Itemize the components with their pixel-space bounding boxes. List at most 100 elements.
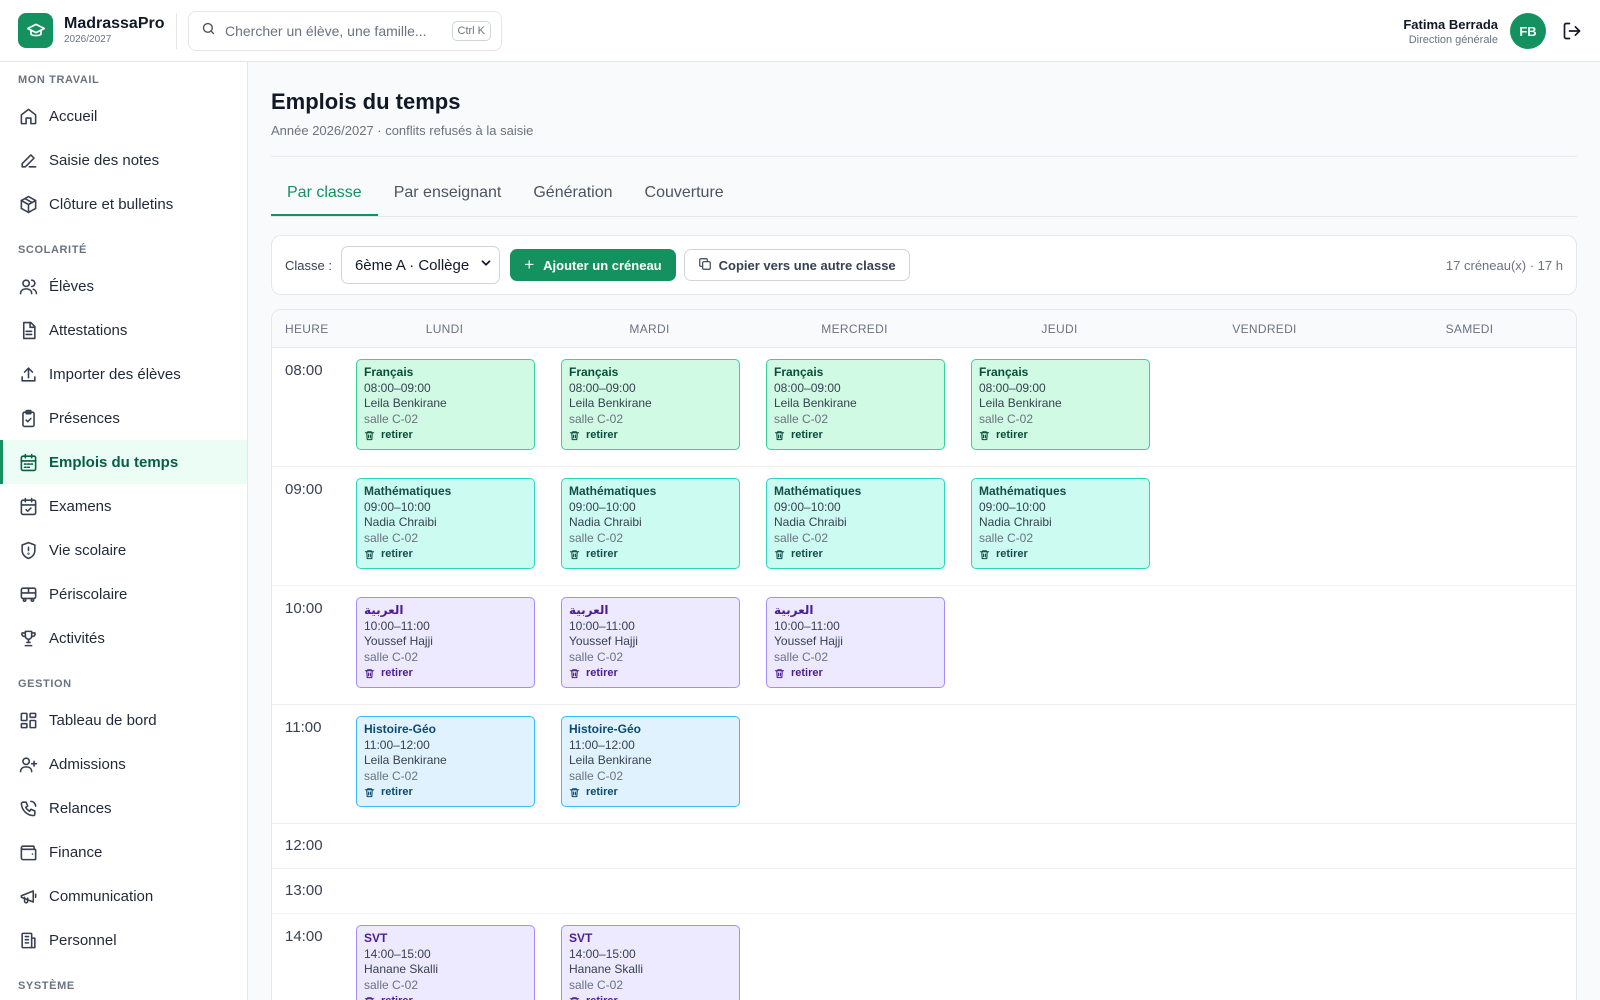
timetable-slot[interactable]: العربية 10:00–11:00 Youssef Hajji salle C-0… — [561, 597, 740, 688]
timetable-cell[interactable]: Mathématiques 09:00–10:00 Nadia Chraibi sal… — [752, 467, 957, 585]
remove-slot-button[interactable]: retirer — [569, 785, 732, 801]
timetable-cell[interactable]: Mathématiques 09:00–10:00 Nadia Chraibi sal… — [547, 467, 752, 585]
timetable-cell[interactable] — [957, 824, 1162, 868]
timetable-cell[interactable]: العربية 10:00–11:00 Youssef Hajji salle C-0… — [752, 586, 957, 704]
timetable-slot[interactable]: Histoire-Géo 11:00–12:00 Leila Benkirane sa… — [356, 716, 535, 807]
sidebar-item-saisie-des-notes[interactable]: Saisie des notes — [0, 138, 247, 182]
timetable-cell[interactable] — [1367, 824, 1572, 868]
timetable-cell[interactable] — [1162, 705, 1367, 823]
remove-slot-button[interactable]: retirer — [364, 428, 527, 444]
sidebar-item-attestations[interactable]: Attestations — [0, 308, 247, 352]
remove-slot-button[interactable]: retirer — [979, 428, 1142, 444]
timetable-cell[interactable] — [342, 824, 547, 868]
remove-slot-button[interactable]: retirer — [979, 547, 1142, 563]
timetable-cell[interactable] — [1367, 467, 1572, 585]
add-slot-button[interactable]: + Ajouter un créneau — [510, 249, 676, 281]
timetable-slot[interactable]: Mathématiques 09:00–10:00 Nadia Chraibi sal… — [971, 478, 1150, 569]
timetable-cell[interactable] — [1367, 348, 1572, 466]
remove-slot-button[interactable]: retirer — [569, 547, 732, 563]
remove-slot-button[interactable]: retirer — [364, 785, 527, 801]
timetable-cell[interactable] — [957, 705, 1162, 823]
sidebar-item-importer-des-eleves[interactable]: Importer des élèves — [0, 352, 247, 396]
timetable-cell[interactable] — [1162, 824, 1367, 868]
timetable-cell[interactable]: Français 08:00–09:00 Leila Benkirane salle … — [957, 348, 1162, 466]
tab-generation[interactable]: Génération — [517, 173, 628, 216]
timetable-slot[interactable]: Mathématiques 09:00–10:00 Nadia Chraibi sal… — [766, 478, 945, 569]
timetable-cell[interactable] — [1162, 914, 1367, 1000]
timetable-cell[interactable] — [957, 914, 1162, 1000]
class-select[interactable]: 6ème A · Collège — [340, 246, 501, 284]
timetable-cell[interactable]: Français 08:00–09:00 Leila Benkirane salle … — [547, 348, 752, 466]
sidebar-item-examens[interactable]: Examens — [0, 484, 247, 528]
timetable-cell[interactable]: Histoire-Géo 11:00–12:00 Leila Benkirane sa… — [547, 705, 752, 823]
timetable-cell[interactable]: Français 08:00–09:00 Leila Benkirane salle … — [342, 348, 547, 466]
sidebar-item-periscolaire[interactable]: Périscolaire — [0, 572, 247, 616]
timetable-cell[interactable] — [752, 869, 957, 913]
sidebar-item-tableau-de-bord[interactable]: Tableau de bord — [0, 698, 247, 742]
timetable-cell[interactable] — [1162, 869, 1367, 913]
remove-slot-button[interactable]: retirer — [569, 428, 732, 444]
sidebar-item-accueil[interactable]: Accueil — [0, 94, 247, 138]
remove-slot-button[interactable]: retirer — [364, 994, 527, 1000]
timetable-cell[interactable]: SVT14:00–15:00Hanane Skallisalle C-02 ret… — [547, 914, 752, 1000]
timetable-cell[interactable]: Mathématiques 09:00–10:00 Nadia Chraibi sal… — [957, 467, 1162, 585]
timetable-cell[interactable] — [1162, 586, 1367, 704]
brand[interactable]: MadrassaPro 2026/2027 — [0, 13, 176, 48]
sidebar-item-vie-scolaire[interactable]: Vie scolaire — [0, 528, 247, 572]
tab-par-enseignant[interactable]: Par enseignant — [378, 173, 518, 216]
timetable-slot[interactable]: SVT14:00–15:00Hanane Skallisalle C-02 ret… — [561, 925, 740, 1000]
remove-slot-button[interactable]: retirer — [774, 547, 937, 563]
timetable-cell[interactable] — [1367, 586, 1572, 704]
copy-to-class-button[interactable]: Copier vers une autre classe — [683, 249, 910, 281]
timetable-slot[interactable]: Français 08:00–09:00 Leila Benkirane salle … — [356, 359, 535, 450]
remove-slot-button[interactable]: retirer — [364, 547, 527, 563]
remove-slot-button[interactable]: retirer — [774, 428, 937, 444]
timetable-cell[interactable] — [1367, 705, 1572, 823]
tab-couverture[interactable]: Couverture — [629, 173, 740, 216]
timetable-slot[interactable]: العربية 10:00–11:00 Youssef Hajji salle C-0… — [356, 597, 535, 688]
sidebar-item-emplois-du-temps[interactable]: Emplois du temps — [0, 440, 247, 484]
timetable-cell[interactable]: Mathématiques 09:00–10:00 Nadia Chraibi sal… — [342, 467, 547, 585]
timetable-slot[interactable]: Français 08:00–09:00 Leila Benkirane salle … — [561, 359, 740, 450]
timetable-slot[interactable]: العربية 10:00–11:00 Youssef Hajji salle C-0… — [766, 597, 945, 688]
avatar[interactable]: FB — [1510, 13, 1546, 49]
timetable-cell[interactable] — [1367, 914, 1572, 1000]
sidebar-item-personnel[interactable]: Personnel — [0, 918, 247, 962]
timetable-cell[interactable] — [752, 824, 957, 868]
sidebar-item-finance[interactable]: Finance — [0, 830, 247, 874]
timetable-cell[interactable] — [1162, 348, 1367, 466]
timetable-cell[interactable] — [957, 869, 1162, 913]
timetable-cell[interactable]: العربية 10:00–11:00 Youssef Hajji salle C-0… — [342, 586, 547, 704]
timetable-cell[interactable] — [957, 586, 1162, 704]
remove-slot-button[interactable]: retirer — [569, 994, 732, 1000]
timetable-slot[interactable]: Français 08:00–09:00 Leila Benkirane salle … — [766, 359, 945, 450]
tab-par-classe[interactable]: Par classe — [271, 173, 378, 216]
timetable-cell[interactable] — [547, 869, 752, 913]
sidebar-item-admissions[interactable]: Admissions — [0, 742, 247, 786]
timetable-slot[interactable]: Français 08:00–09:00 Leila Benkirane salle … — [971, 359, 1150, 450]
timetable-cell[interactable]: Français 08:00–09:00 Leila Benkirane salle … — [752, 348, 957, 466]
timetable-slot[interactable]: SVT14:00–15:00Hanane Skallisalle C-02 ret… — [356, 925, 535, 1000]
timetable-cell[interactable] — [1367, 869, 1572, 913]
sidebar-item-activites[interactable]: Activités — [0, 616, 247, 660]
sidebar-item-cloture-et-bulletins[interactable]: Clôture et bulletins — [0, 182, 247, 226]
search-input[interactable]: Chercher un élève, une famille... Ctrl K — [188, 10, 502, 51]
timetable-cell[interactable] — [1162, 467, 1367, 585]
timetable-slot[interactable]: Histoire-Géo 11:00–12:00 Leila Benkirane sa… — [561, 716, 740, 807]
timetable-cell[interactable] — [547, 824, 752, 868]
remove-slot-button[interactable]: retirer — [364, 666, 527, 682]
sidebar-item-relances[interactable]: Relances — [0, 786, 247, 830]
timetable-cell[interactable] — [342, 869, 547, 913]
timetable-cell[interactable] — [752, 914, 957, 1000]
timetable-cell[interactable] — [752, 705, 957, 823]
timetable-slot[interactable]: Mathématiques 09:00–10:00 Nadia Chraibi sal… — [561, 478, 740, 569]
timetable-slot[interactable]: Mathématiques 09:00–10:00 Nadia Chraibi sal… — [356, 478, 535, 569]
logout-icon[interactable] — [1560, 19, 1584, 43]
timetable-cell[interactable]: العربية 10:00–11:00 Youssef Hajji salle C-0… — [547, 586, 752, 704]
sidebar-item-communication[interactable]: Communication — [0, 874, 247, 918]
sidebar-item-eleves[interactable]: Élèves — [0, 264, 247, 308]
remove-slot-button[interactable]: retirer — [569, 666, 732, 682]
remove-slot-button[interactable]: retirer — [774, 666, 937, 682]
timetable-cell[interactable]: SVT14:00–15:00Hanane Skallisalle C-02 ret… — [342, 914, 547, 1000]
timetable-cell[interactable]: Histoire-Géo 11:00–12:00 Leila Benkirane sa… — [342, 705, 547, 823]
